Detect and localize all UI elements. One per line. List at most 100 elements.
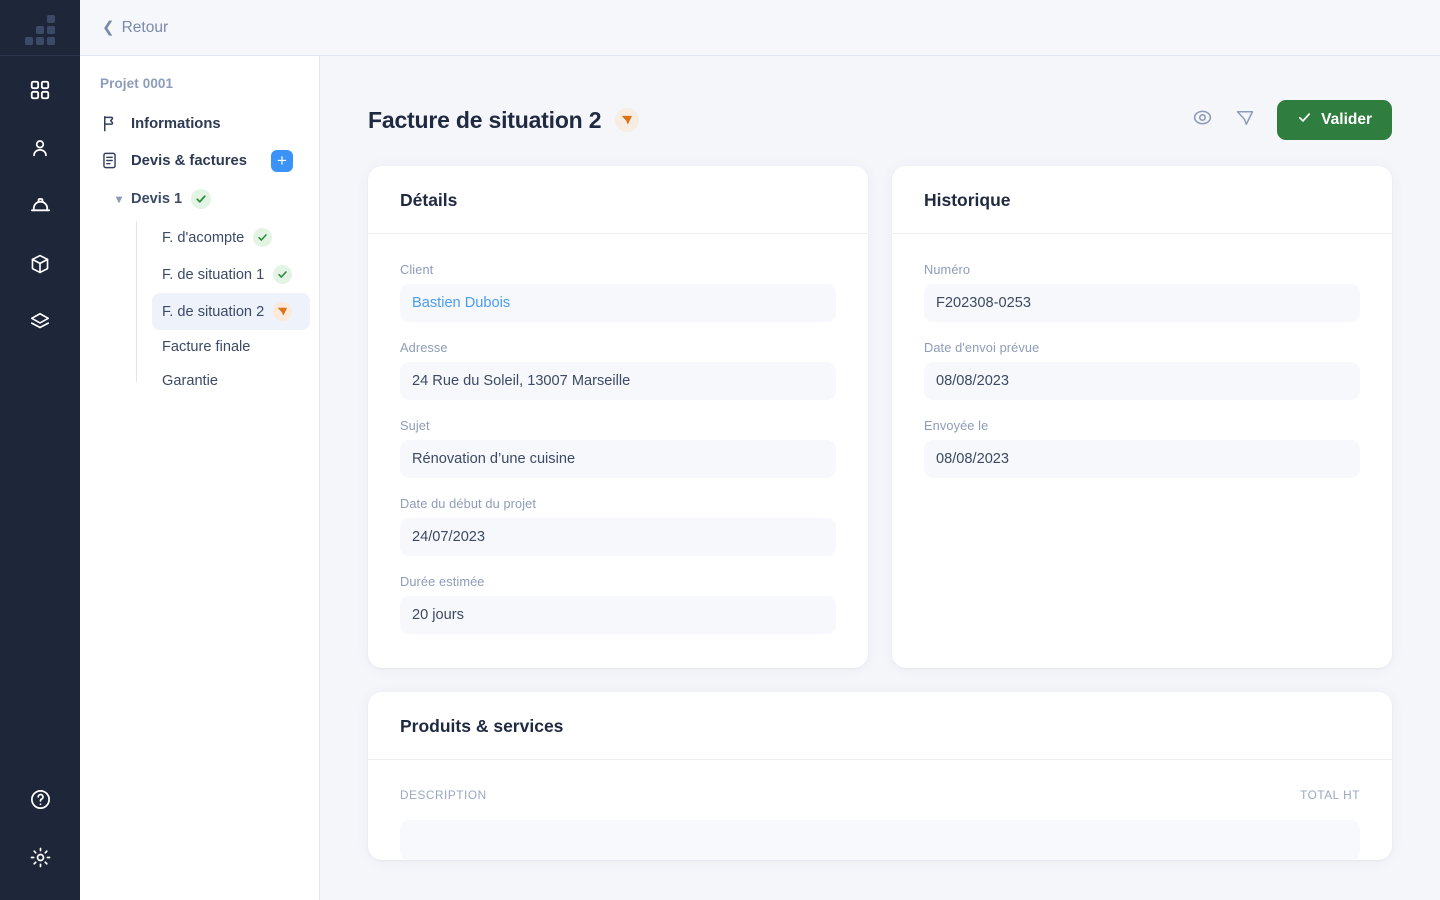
sidebar-item-facture-acompte[interactable]: F. d'acompte: [152, 219, 310, 256]
field-label: Adresse: [400, 340, 448, 355]
status-badge-validated: [191, 189, 212, 209]
sidebar-item-facture-finale[interactable]: Facture finale: [152, 330, 310, 364]
page-title-wrap: Facture de situation 2: [368, 106, 640, 134]
rail-item-worksites[interactable]: [16, 186, 64, 230]
field-sujet: Sujet Rénovation d’une cuisine: [400, 418, 836, 478]
sidebar-item-label: Informations: [131, 115, 221, 132]
flag-icon: [100, 114, 119, 133]
rail-item-dashboard[interactable]: [16, 70, 64, 114]
details-card: Détails Client Bastien Dubois Adresse 24…: [368, 166, 868, 668]
status-badge-sent: [273, 302, 293, 321]
products-card-title: Produits & services: [368, 692, 1392, 760]
cards-row: Détails Client Bastien Dubois Adresse 24…: [368, 166, 1392, 668]
sidebar-item-devis-factures[interactable]: Devis & factures: [80, 142, 261, 179]
rail-nav-items: [16, 70, 64, 346]
sidebar-item-facture-situation-1[interactable]: F. de situation 1: [152, 256, 310, 293]
global-nav-rail: [0, 0, 80, 900]
page-actions: Valider: [1192, 100, 1392, 140]
gear-icon: [29, 846, 52, 874]
sidebar-item-garantie[interactable]: Garantie: [152, 364, 310, 398]
sidebar-topbar: ❮ Retour: [80, 0, 320, 56]
page-header: Facture de situation 2 Valider: [368, 56, 1392, 166]
back-button[interactable]: ❮ Retour: [102, 19, 168, 37]
plus-icon: +: [277, 151, 287, 170]
sidebar-item-label: Devis & factures: [131, 152, 247, 169]
status-badge-validated: [253, 228, 273, 247]
field-numero: Numéro F202308-0253: [924, 262, 1360, 322]
check-icon: [1297, 110, 1312, 130]
products-card: Produits & services DESCRIPTION TOTAL HT: [368, 692, 1392, 860]
field-client: Client Bastien Dubois: [400, 262, 836, 322]
sidebar-item-facture-situation-2[interactable]: F. de situation 2: [152, 293, 310, 330]
back-label: Retour: [121, 18, 169, 36]
app-root: ❮ Retour Projet 0001 Informations Devis …: [0, 0, 1440, 900]
send-button[interactable]: [1235, 108, 1255, 133]
field-envoyee-le: Envoyée le 08/08/2023: [924, 418, 1360, 478]
history-card-body: Numéro F202308-0253 Date d'envoi prévue …: [892, 234, 1392, 664]
field-adresse: Adresse 24 Rue du Soleil, 13007 Marseill…: [400, 340, 836, 400]
sidebar-item-informations[interactable]: Informations: [80, 105, 319, 142]
field-label: Numéro: [924, 262, 971, 277]
column-header-description: DESCRIPTION: [400, 788, 487, 802]
document-icon: [100, 151, 119, 170]
field-value[interactable]: Bastien Dubois: [400, 284, 836, 322]
send-icon: [1235, 108, 1255, 133]
preview-button[interactable]: [1192, 107, 1213, 133]
validate-button[interactable]: Valider: [1277, 100, 1392, 140]
project-sidebar: ❮ Retour Projet 0001 Informations Devis …: [80, 0, 320, 900]
rail-item-products[interactable]: [16, 244, 64, 288]
chevron-left-icon: ❮: [102, 19, 115, 36]
details-card-body: Client Bastien Dubois Adresse 24 Rue du …: [368, 234, 868, 668]
field-value[interactable]: F202308-0253: [924, 284, 1360, 322]
sidebar-item-label: F. de situation 1: [162, 266, 265, 283]
status-badge-sent: [615, 108, 640, 132]
sidebar-item-label: Garantie: [162, 373, 218, 389]
field-label: Durée estimée: [400, 574, 485, 589]
rail-item-settings[interactable]: [16, 838, 64, 882]
history-card-title: Historique: [892, 166, 1392, 234]
chevron-down-icon: ▾: [116, 192, 123, 206]
main-scroll-area: Facture de situation 2 Valider Détails C…: [320, 56, 1440, 900]
field-value[interactable]: 20 jours: [400, 596, 836, 634]
app-logo[interactable]: [0, 0, 80, 56]
details-card-title: Détails: [368, 166, 868, 234]
rail-bottom-items: [0, 780, 80, 882]
grid-dashboard-icon: [29, 79, 51, 106]
logo-dot-grid-icon: [25, 14, 55, 45]
sidebar-row-devis-factures: Devis & factures +: [80, 142, 319, 179]
field-label: Envoyée le: [924, 418, 989, 433]
main-content: Facture de situation 2 Valider Détails C…: [320, 0, 1440, 900]
field-value[interactable]: Rénovation d’une cuisine: [400, 440, 836, 478]
help-circle-icon: [29, 788, 52, 816]
products-table-header: DESCRIPTION TOTAL HT: [368, 760, 1392, 812]
rail-item-clients[interactable]: [16, 128, 64, 172]
page-title: Facture de situation 2: [368, 106, 602, 133]
user-icon: [29, 137, 51, 164]
field-value[interactable]: 08/08/2023: [924, 440, 1360, 478]
field-date-debut: Date du début du projet 24/07/2023: [400, 496, 836, 556]
layers-icon: [29, 311, 51, 338]
rail-item-library[interactable]: [16, 302, 64, 346]
hard-hat-icon: [29, 194, 52, 222]
rail-item-help[interactable]: [16, 780, 64, 824]
package-icon: [29, 253, 51, 280]
add-devis-button[interactable]: +: [271, 149, 293, 172]
sidebar-group-devis-1[interactable]: ▾ Devis 1: [80, 179, 319, 219]
field-value[interactable]: 24 Rue du Soleil, 13007 Marseille: [400, 362, 836, 400]
project-label: Projet 0001: [100, 76, 174, 91]
main-topbar: [320, 0, 1440, 56]
field-label: Client: [400, 262, 434, 277]
sidebar-group-label: Devis 1: [131, 191, 183, 207]
field-label: Date du début du projet: [400, 496, 537, 511]
table-row[interactable]: [400, 820, 1360, 860]
eye-icon: [1192, 107, 1213, 133]
field-value[interactable]: 08/08/2023: [924, 362, 1360, 400]
field-label: Sujet: [400, 418, 430, 433]
sidebar-body: Projet 0001 Informations Devis & facture…: [80, 56, 320, 900]
column-header-total: TOTAL HT: [1300, 788, 1360, 802]
field-value[interactable]: 24/07/2023: [400, 518, 836, 556]
status-badge-validated: [273, 265, 293, 284]
history-card: Historique Numéro F202308-0253 Date d'en…: [892, 166, 1392, 668]
sidebar-subtree-devis-1: F. d'acompte F. de situation 1 F. de sit…: [136, 219, 319, 398]
field-date-envoi-prevue: Date d'envoi prévue 08/08/2023: [924, 340, 1360, 400]
